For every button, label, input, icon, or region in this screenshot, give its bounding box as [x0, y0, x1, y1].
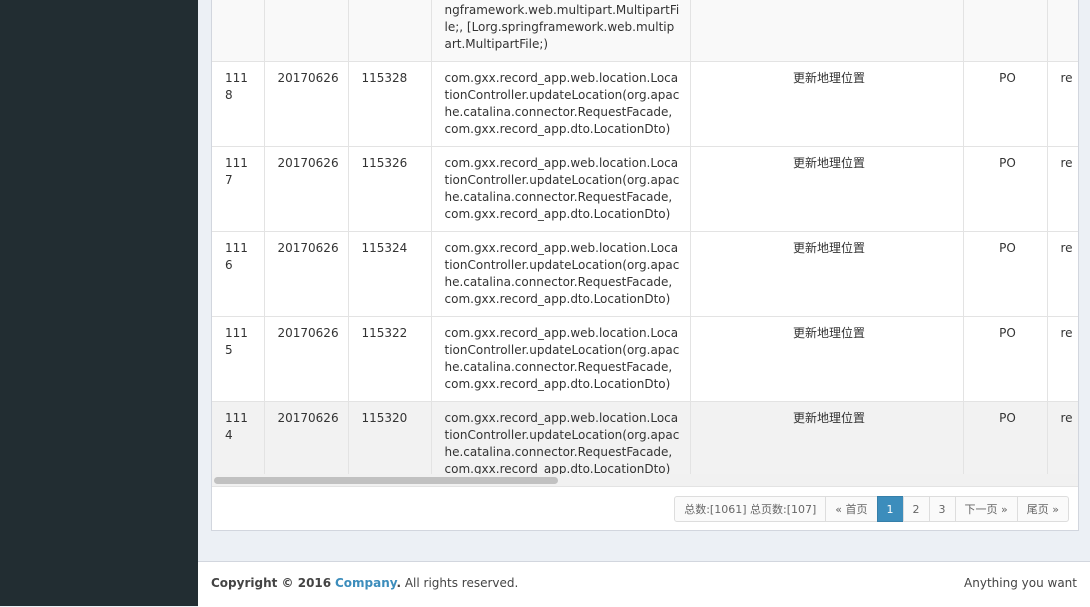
- page-link-2[interactable]: 2: [902, 496, 930, 522]
- table-scroll-area[interactable]: gxx.record_app.dto.DailyDto, [Lorg.sprin…: [212, 0, 1078, 474]
- copyright-text: Copyright © 2016: [211, 576, 332, 590]
- cell-method: com.gxx.record_app.web.location.Location…: [431, 61, 691, 147]
- cell-extra: re: [1047, 401, 1078, 474]
- cell-seq: 115322: [348, 316, 432, 402]
- cell-method: com.gxx.record_app.web.location.Location…: [431, 401, 691, 474]
- horizontal-scrollbar[interactable]: [212, 474, 1078, 487]
- cell-extra: re: [1047, 61, 1078, 147]
- cell-extra: re: [1047, 316, 1078, 402]
- cell-id: 1115: [212, 316, 265, 402]
- footer: Copyright © 2016 Company. All rights res…: [198, 561, 1090, 607]
- cell-date: 20170626: [264, 146, 349, 232]
- table-row[interactable]: 1114 20170626 115320 com.gxx.record_app.…: [212, 401, 1078, 474]
- first-page-link[interactable]: « 首页: [825, 496, 878, 522]
- next-page-link[interactable]: 下一页 »: [954, 496, 1018, 522]
- table-row[interactable]: gxx.record_app.dto.DailyDto, [Lorg.sprin…: [212, 0, 1078, 62]
- footer-copyright: Copyright © 2016 Company. All rights res…: [211, 576, 518, 590]
- cell-method: com.gxx.record_app.web.location.Location…: [431, 316, 691, 402]
- cell-extra: re: [1047, 231, 1078, 317]
- cell-type: PO: [963, 231, 1048, 317]
- cell-method: com.gxx.record_app.web.location.Location…: [431, 231, 691, 317]
- cell-type: PO: [963, 61, 1048, 147]
- cell-date: 20170626: [264, 316, 349, 402]
- company-link[interactable]: Company: [335, 576, 397, 590]
- cell-desc: 更新地理位置: [690, 401, 964, 474]
- scrollbar-thumb[interactable]: [214, 477, 558, 484]
- cell-id: 1118: [212, 61, 265, 147]
- cell-desc: 更新地理位置: [690, 316, 964, 402]
- pagination: 总数:[1061] 总页数:[107] « 首页 1 2 3 下一页 » 尾页 …: [674, 496, 1069, 522]
- last-page-link[interactable]: 尾页 »: [1016, 496, 1069, 522]
- cell-seq: 115326: [348, 146, 432, 232]
- sidebar: [0, 0, 198, 606]
- cell-desc: 更新地理位置: [690, 231, 964, 317]
- rights-text: All rights reserved.: [401, 576, 519, 590]
- cell-id: [212, 0, 265, 62]
- cell-date: [264, 0, 349, 62]
- cell-desc: [690, 0, 964, 62]
- cell-method: com.gxx.record_app.web.location.Location…: [431, 146, 691, 232]
- table-row[interactable]: 1116 20170626 115324 com.gxx.record_app.…: [212, 231, 1078, 317]
- log-table: gxx.record_app.dto.DailyDto, [Lorg.sprin…: [212, 0, 1078, 474]
- cell-method: gxx.record_app.dto.DailyDto, [Lorg.sprin…: [431, 0, 691, 62]
- content-wrapper: gxx.record_app.dto.DailyDto, [Lorg.sprin…: [198, 0, 1090, 561]
- cell-id: 1117: [212, 146, 265, 232]
- cell-seq: [348, 0, 432, 62]
- table-row[interactable]: 1118 20170626 115328 com.gxx.record_app.…: [212, 61, 1078, 147]
- cell-date: 20170626: [264, 61, 349, 147]
- footer-tagline: Anything you want: [964, 576, 1077, 590]
- page-link-1[interactable]: 1: [876, 496, 904, 522]
- cell-type: PO: [963, 316, 1048, 402]
- cell-date: 20170626: [264, 231, 349, 317]
- cell-date: 20170626: [264, 401, 349, 474]
- log-table-box: gxx.record_app.dto.DailyDto, [Lorg.sprin…: [211, 0, 1079, 531]
- cell-desc: 更新地理位置: [690, 146, 964, 232]
- cell-seq: 115320: [348, 401, 432, 474]
- pagination-summary: 总数:[1061] 总页数:[107]: [674, 496, 827, 522]
- cell-id: 1116: [212, 231, 265, 317]
- cell-type: PO: [963, 401, 1048, 474]
- table-row[interactable]: 1115 20170626 115322 com.gxx.record_app.…: [212, 316, 1078, 402]
- cell-type: PO: [963, 146, 1048, 232]
- table-row[interactable]: 1117 20170626 115326 com.gxx.record_app.…: [212, 146, 1078, 232]
- cell-extra: re: [1047, 146, 1078, 232]
- cell-type: [963, 0, 1048, 62]
- cell-seq: 115324: [348, 231, 432, 317]
- cell-extra: [1047, 0, 1078, 62]
- cell-desc: 更新地理位置: [690, 61, 964, 147]
- page-link-3[interactable]: 3: [928, 496, 956, 522]
- cell-seq: 115328: [348, 61, 432, 147]
- cell-id: 1114: [212, 401, 265, 474]
